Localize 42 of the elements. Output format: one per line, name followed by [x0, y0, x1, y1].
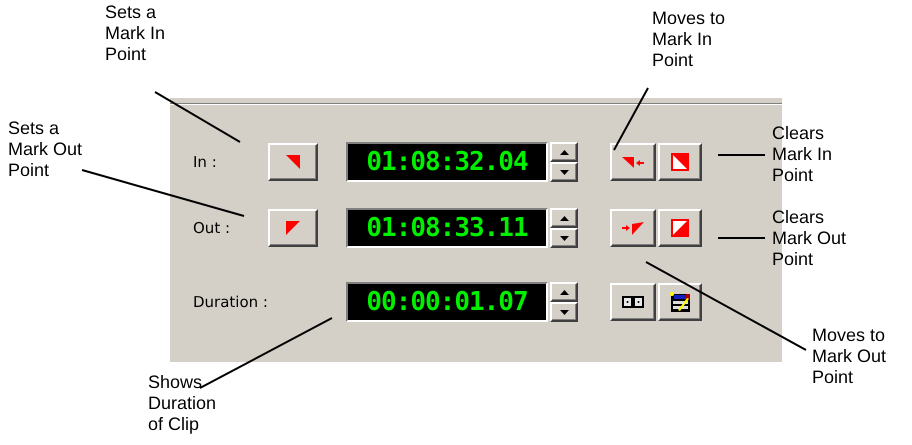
field-label: Out : — [193, 218, 232, 239]
callout-text: Moves to Mark In Point — [652, 8, 726, 71]
mark-in-button[interactable] — [268, 143, 318, 181]
down-arrow-icon — [560, 236, 568, 240]
leader-line — [613, 88, 649, 150]
spin-down-button[interactable] — [550, 228, 578, 248]
spin-up-button[interactable] — [550, 142, 578, 162]
up-arrow-icon — [560, 150, 568, 154]
clear-out-button[interactable] — [658, 209, 702, 247]
field-label: Duration : — [193, 292, 268, 313]
square-triangle-icon — [671, 153, 689, 171]
up-arrow-icon — [560, 216, 568, 220]
clip-edit-icon — [670, 292, 690, 312]
timecode-display: 01:08:32.04 — [346, 142, 548, 182]
leader-line — [718, 154, 765, 156]
down-arrow-icon — [560, 310, 568, 314]
goto-out-button[interactable] — [610, 209, 656, 247]
clear-in-button[interactable] — [658, 143, 702, 181]
callout-text: Sets a Mark Out Point — [8, 118, 82, 181]
callout-text: Sets a Mark In Point — [105, 2, 166, 65]
timecode-display: 00:00:01.07 — [346, 282, 548, 322]
triangle-arrow-icon — [622, 156, 644, 168]
clip-frame-button[interactable] — [610, 283, 656, 321]
spin-up-button[interactable] — [550, 208, 578, 228]
square-triangle-icon — [671, 219, 689, 237]
spin-down-button[interactable] — [550, 162, 578, 182]
callout-text: Moves to Mark Out Point — [812, 325, 886, 388]
callout-text: Clears Mark Out Point — [772, 207, 846, 270]
spin-up-button[interactable] — [550, 282, 578, 302]
spin-down-button[interactable] — [550, 302, 578, 322]
goto-in-button[interactable] — [610, 143, 656, 181]
callout-text: Clears Mark In Point — [772, 123, 832, 186]
leader-line — [718, 237, 765, 239]
field-label: In : — [193, 152, 218, 173]
down-arrow-icon — [560, 170, 568, 174]
up-arrow-icon — [560, 290, 568, 294]
timecode-display: 01:08:33.11 — [346, 208, 548, 248]
mark-out-button[interactable] — [268, 209, 318, 247]
arrow-triangle-icon — [622, 222, 644, 234]
clip-edit-button[interactable] — [658, 283, 702, 321]
callout-text: Shows Duration of Clip — [148, 372, 216, 435]
film-frame-icon — [622, 296, 644, 308]
